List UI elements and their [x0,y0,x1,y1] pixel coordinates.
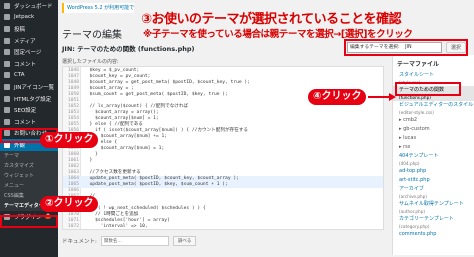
media-icon [4,37,10,44]
highlight-theme-editor [0,215,58,228]
file-item-label: art-stitc.php [399,177,430,183]
sidebar-item[interactable]: 固定ページ [0,46,58,58]
annotation-step3-title: ③お使いのテーマが選択されていることを確認 [141,12,402,27]
file-item-label: サムネイル取得テンプレート [399,201,464,207]
sidebar-item-label: Jetpack [14,14,35,21]
file-item[interactable]: ad-top.php [393,167,474,176]
sidebar-item-label: CTA [14,72,25,79]
annotation-arrow-head [389,93,396,101]
sidebar-subitem-label: カスタマイズ [4,163,34,170]
file-item-label: ad-top.php [399,168,427,174]
folder-item[interactable]: ▸ rss [393,143,474,152]
sidebar-item[interactable]: ダッシュボード [0,0,58,12]
sidebar-item[interactable]: コメント [0,58,58,70]
code-line: 1072 'interval' => 10, [63,224,383,229]
sidebar-item-label: SEO設定 [14,108,37,115]
sidebar-subitem-label: ウィジェット [4,173,35,180]
comment-icon [4,60,10,67]
sidebar-item[interactable]: メディア [0,35,58,47]
file-item-label: アーカイブ [399,186,424,192]
highlight-functions-file [395,82,461,96]
sidebar-item-label: 固定ページ [14,50,42,57]
sidebar-item-label: コメント [14,61,37,68]
page-icon [4,49,10,56]
annotation-click2: ②クリック [40,196,99,212]
sidebar-subitem[interactable]: テーマ [0,150,58,161]
line-text: update_post_meta( $postID, $key, $sum_co… [84,182,228,187]
file-item[interactable]: スタイルシート [393,71,474,80]
folder-item[interactable]: ▸ cmb2 [393,116,474,125]
highlight-theme-select [344,39,468,56]
sidebar-item[interactable]: コメント [0,116,58,128]
file-heading: JIN: テーマのための関数 (functions.php) [62,45,195,53]
file-item-label: 404テンプレート [399,153,439,159]
sidebar-item[interactable]: SEO設定 [0,104,58,116]
file-item-label: カテゴリーテンプレート [399,216,454,222]
sidebar-subitem-label: メニュー [4,183,25,190]
file-item[interactable]: ビジュアルエディターのスタイルシート [393,101,474,110]
file-item[interactable]: art-stitc.php [393,176,474,185]
sidebar-subitem-label: CSS編集 [4,193,24,200]
sidebar-item-label: ダッシュボード [14,3,53,10]
sidebar-subitem-label: テーマエディター [4,203,44,210]
sidebar-item-label: コメント [14,119,37,126]
sidebar-subitem[interactable]: カスタマイズ [0,160,58,171]
sidebar-subitem-label: テーマ [4,153,20,160]
line-text: $sum_count = get_post_meta( $postID, $ke… [84,92,228,97]
file-item[interactable]: カテゴリーテンプレート [393,215,474,224]
sidebar-item[interactable]: HTMLタグ設定 [0,93,58,105]
annotation-click1: ①クリック [40,132,99,148]
file-item-label: rss [403,144,411,150]
page-title: テーマの編集 [62,30,122,41]
megaphone-icon [4,72,10,79]
doc-function-select[interactable]: 関数名... [100,236,169,246]
file-item[interactable]: 404テンプレート [393,152,474,161]
sidebar-item-label: 投稿 [14,26,26,33]
sidebar-item-label: JINアイコン一覧 [14,84,55,91]
folder-item[interactable]: ▸ gb-custom [393,125,474,134]
annotation-click4: ④クリック [308,89,367,105]
doc-lookup-button[interactable]: 調べる [172,236,197,246]
search-icon [4,107,10,114]
sidebar-item[interactable]: JINアイコン一覧 [0,81,58,93]
doc-label: ドキュメント: [62,239,97,245]
update-notice[interactable]: WordPress 5.2 が利用可能です！ [62,3,134,13]
sidebar-item-label: HTMLタグ設定 [14,96,52,103]
sidebar-subitem[interactable]: ウィジェット [0,170,58,181]
sidebar-item[interactable]: Jetpack [0,12,58,24]
dashboard-icon [4,2,10,9]
theme-files-title: テーマファイル [397,61,440,68]
line-number: 1072 [67,224,79,229]
file-item-label: スタイルシート [399,72,435,78]
file-item[interactable]: アーカイブ [393,185,474,194]
annotation-step3-note: ※子テーマを使っている場合は親テーマを選択→[選択]をクリック [143,29,413,40]
file-item[interactable]: サムネイル取得テンプレート [393,200,474,209]
pin-icon [4,25,10,32]
content-label: 選択したファイルの内容: [62,59,119,65]
line-text: 'interval' => 10, [84,224,148,229]
sidebar-item[interactable]: CTA [0,70,58,82]
sidebar-subitem[interactable]: メニュー [0,180,58,191]
documentation-bar: ドキュメント: 関数名... 調べる [62,236,197,246]
code-icon [4,95,10,102]
jetpack-icon [4,14,10,21]
folder-item[interactable]: ▸ lucas [393,134,474,143]
sidebar-item[interactable]: 投稿 [0,23,58,35]
file-item-label: comments.php [399,231,437,237]
smile-icon [4,83,10,90]
file-item-label: cmb2 [403,117,418,123]
file-item-label: lucas [403,135,417,141]
file-item-label: gb-custom [403,126,430,132]
comment-icon [4,118,10,125]
sidebar-item-label: メディア [14,38,36,45]
file-item[interactable]: comments.php [393,230,474,239]
file-item-label: ビジュアルエディターのスタイルシート [399,102,474,108]
